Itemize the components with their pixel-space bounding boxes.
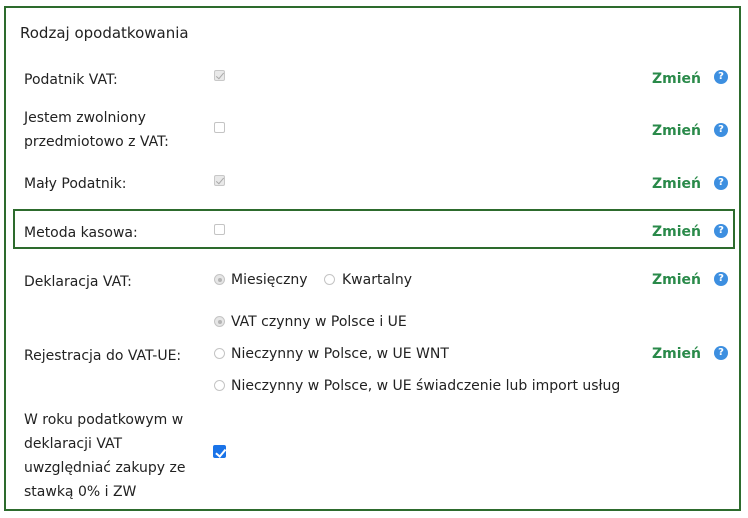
rejestracja-option-2-label: Nieczynny w Polsce, w UE WNT bbox=[231, 346, 449, 362]
podatnik-vat-help-icon[interactable]: ? bbox=[714, 70, 728, 84]
deklaracja-vat-help-icon[interactable]: ? bbox=[714, 272, 728, 286]
zwolniony-checkbox[interactable] bbox=[214, 122, 225, 133]
rejestracja-option-1-label: VAT czynny w Polsce i UE bbox=[231, 314, 407, 330]
tax-type-panel: Rodzaj opodatkowania Podatnik VAT: Zmień… bbox=[4, 6, 741, 511]
deklaracja-vat-change-link[interactable]: Zmień bbox=[652, 272, 701, 288]
rejestracja-help-icon[interactable]: ? bbox=[714, 346, 728, 360]
deklaracja-miesieczny-radio[interactable] bbox=[214, 274, 225, 285]
rejestracja-change-link[interactable]: Zmień bbox=[652, 346, 701, 362]
zakupy-label-line3: uwzględniać zakupy ze bbox=[24, 460, 186, 476]
maly-podatnik-label: Mały Podatnik: bbox=[24, 176, 127, 192]
metoda-kasowa-help-icon[interactable]: ? bbox=[714, 224, 728, 238]
rejestracja-option-3-radio[interactable] bbox=[214, 380, 225, 391]
deklaracja-kwartalny-label: Kwartalny bbox=[342, 272, 413, 288]
maly-podatnik-checkbox[interactable] bbox=[214, 175, 225, 186]
deklaracja-vat-label: Deklaracja VAT: bbox=[24, 274, 132, 290]
deklaracja-kwartalny-radio[interactable] bbox=[324, 274, 335, 285]
rejestracja-label: Rejestracja do VAT-UE: bbox=[24, 348, 182, 364]
maly-podatnik-change-link[interactable]: Zmień bbox=[652, 176, 701, 192]
zwolniony-label-line1: Jestem zwolniony bbox=[24, 110, 146, 126]
metoda-kasowa-change-link[interactable]: Zmień bbox=[652, 224, 701, 240]
metoda-kasowa-label: Metoda kasowa: bbox=[24, 225, 138, 241]
podatnik-vat-change-link[interactable]: Zmień bbox=[652, 71, 701, 87]
zakupy-label-line1: W roku podatkowym w bbox=[24, 412, 184, 428]
podatnik-vat-checkbox[interactable] bbox=[214, 70, 225, 81]
zwolniony-label-line2: przedmiotowo z VAT: bbox=[24, 134, 169, 150]
zwolniony-change-link[interactable]: Zmień bbox=[652, 123, 701, 139]
rejestracja-option-3-label: Nieczynny w Polsce, w UE świadczenie lub… bbox=[231, 378, 621, 394]
zwolniony-help-icon[interactable]: ? bbox=[714, 123, 728, 137]
zakupy-label-line2: deklaracji VAT bbox=[24, 436, 123, 452]
zakupy-label-line4: stawką 0% i ZW bbox=[24, 484, 137, 500]
metoda-kasowa-checkbox[interactable] bbox=[214, 224, 225, 235]
panel-title: Rodzaj opodatkowania bbox=[20, 24, 189, 42]
podatnik-vat-label: Podatnik VAT: bbox=[24, 72, 118, 88]
rejestracja-option-2-radio[interactable] bbox=[214, 348, 225, 359]
deklaracja-miesieczny-label: Miesięczny bbox=[231, 272, 308, 288]
zakupy-checkbox[interactable] bbox=[213, 445, 226, 458]
maly-podatnik-help-icon[interactable]: ? bbox=[714, 176, 728, 190]
rejestracja-option-1-radio[interactable] bbox=[214, 316, 225, 327]
